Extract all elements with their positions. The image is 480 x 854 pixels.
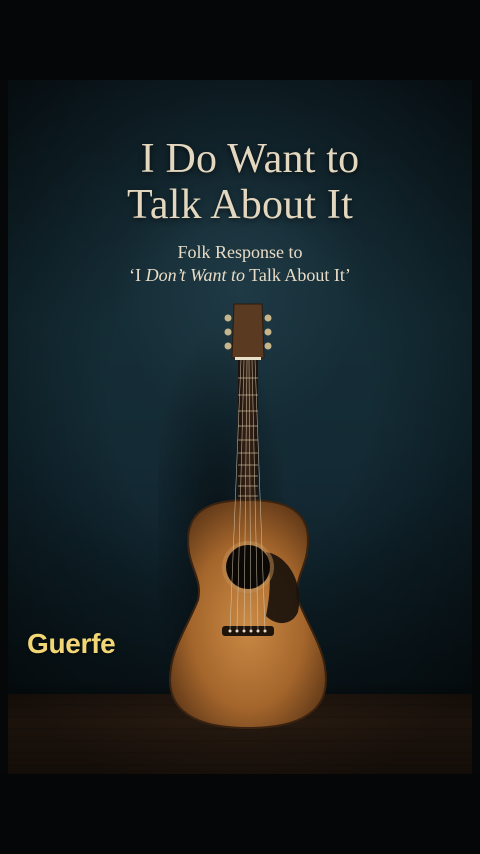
poster-subtitle-line-1: Folk Response to xyxy=(177,242,303,262)
subtitle-prefix: ‘I xyxy=(129,265,146,285)
acoustic-guitar-icon xyxy=(158,303,328,730)
poster-subtitle-line-2: ‘I Don’t Want to Talk About It’ xyxy=(8,264,472,286)
poster-title-line-1: I Do Want to xyxy=(140,136,360,182)
letterbox-top xyxy=(0,0,480,80)
poster-title-line-2: Talk About It xyxy=(127,182,353,228)
subtitle-suffix: Talk About It’ xyxy=(244,265,351,285)
poster-image: I Do Want to Talk About It Folk Response… xyxy=(8,80,472,774)
brand-watermark: Guerfe xyxy=(27,628,116,659)
letterbox-bottom xyxy=(0,774,480,854)
subtitle-italic: Don’t Want to xyxy=(145,265,245,285)
